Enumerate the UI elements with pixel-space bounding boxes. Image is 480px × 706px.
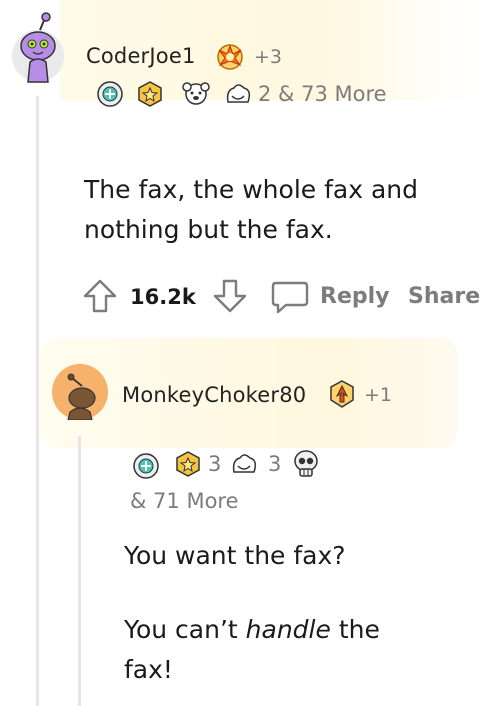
gold-award-icon[interactable] — [174, 450, 202, 482]
award-count[interactable]: 3 — [268, 452, 281, 476]
vote-score: 16.2k — [130, 285, 196, 309]
reply-body-text: the — [330, 615, 380, 644]
reply-body-text: You can’t — [124, 615, 246, 644]
reply-extra-awards-count[interactable]: +1 — [364, 384, 392, 406]
reply-button[interactable]: Reply — [320, 284, 390, 309]
helpful-award-icon[interactable] — [132, 452, 160, 484]
comment-body: The fax, the whole fax and nothing but t… — [84, 175, 418, 244]
wholesome-award-icon[interactable] — [228, 450, 260, 482]
comment-username[interactable]: CoderJoe1 — [86, 44, 196, 68]
reply-avatar[interactable] — [52, 364, 108, 421]
skull-award-icon[interactable] — [290, 448, 322, 484]
reply-thread-line[interactable] — [78, 436, 81, 706]
reply-awards-more-link[interactable]: & 71 More — [130, 489, 239, 513]
reply-comment-icon[interactable] — [270, 278, 310, 320]
fire-award-icon[interactable] — [214, 40, 246, 76]
awards-more-link[interactable]: 2 & 73 More — [258, 82, 387, 106]
downvote-icon[interactable] — [212, 278, 248, 318]
wholesome-award-icon[interactable] — [222, 80, 254, 112]
reply-body-line2: You can’t handle the — [124, 610, 464, 650]
reply-body-emphasis: handle — [245, 615, 331, 644]
extra-awards-count[interactable]: +3 — [254, 46, 282, 68]
upvote-icon[interactable] — [82, 278, 118, 318]
award-count[interactable]: 3 — [208, 452, 221, 476]
share-button[interactable]: Share — [408, 284, 480, 309]
helpful-award-icon[interactable] — [96, 80, 124, 112]
gold-award-icon[interactable] — [136, 80, 164, 112]
reply-body-line1: You want the fax? — [124, 541, 346, 570]
reply-body-line3: fax! — [124, 655, 173, 684]
rocket-award-icon[interactable] — [326, 378, 358, 414]
thread-line[interactable] — [36, 96, 39, 706]
avatar[interactable] — [8, 10, 68, 88]
bear-award-icon[interactable] — [178, 80, 214, 112]
reply-username[interactable]: MonkeyChoker80 — [122, 383, 306, 407]
